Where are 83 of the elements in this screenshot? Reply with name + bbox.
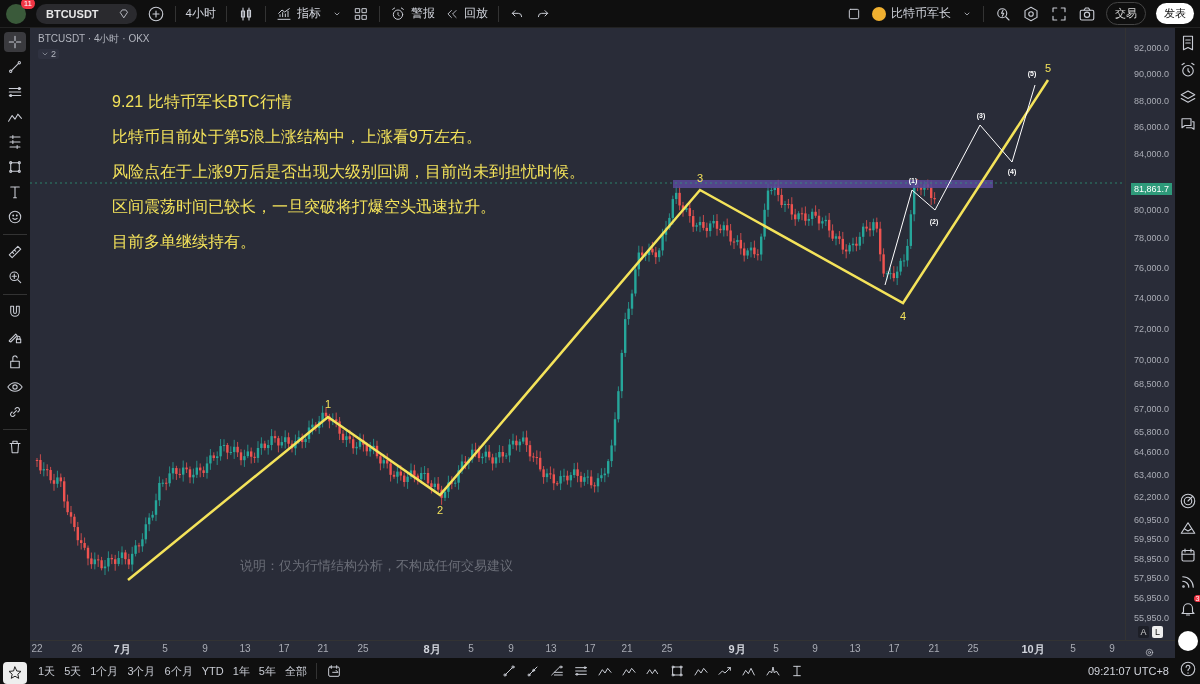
scale-button[interactable]: L <box>1152 626 1163 638</box>
range-button[interactable]: YTD <box>201 665 224 677</box>
date-label: 26 <box>71 643 83 654</box>
interval-button[interactable]: 4小时 <box>185 6 216 21</box>
price-label: 64,600.0 <box>1133 447 1169 457</box>
date-label: 9月 <box>728 642 746 657</box>
date-label: 9 <box>508 643 514 654</box>
range-button[interactable]: 1年 <box>232 663 250 679</box>
date-label: 21 <box>928 643 940 654</box>
publish-button[interactable]: 发表 <box>1156 3 1194 24</box>
notification-badge: 11 <box>20 0 35 9</box>
price-label: 57,950.0 <box>1133 573 1169 583</box>
clock-time: 09:21:07 UTC+8 <box>1087 665 1169 677</box>
scale-button[interactable]: A <box>1138 626 1149 638</box>
date-label: 5 <box>162 643 168 654</box>
date-label: 9 <box>812 643 818 654</box>
indicator-toggle[interactable]: 2 <box>38 49 59 59</box>
wave-label: 5 <box>1044 62 1052 74</box>
date-label: 5 <box>1070 643 1076 654</box>
date-label: 21 <box>317 643 329 654</box>
price-label: 60,950.0 <box>1133 515 1169 525</box>
annotation-text: 区间震荡时间已较长，一旦突破将打爆空头迅速拉升。 <box>112 197 497 217</box>
date-label: 13 <box>545 643 557 654</box>
range-button[interactable]: 1天 <box>38 663 56 679</box>
annotation-text: 9.21 比特币军长BTC行情 <box>112 92 293 112</box>
annotation-text: 目前多单继续持有。 <box>112 232 257 252</box>
price-label: 80,000.0 <box>1133 205 1169 215</box>
date-label: 25 <box>967 643 979 654</box>
wave-label: 4 <box>899 310 907 322</box>
account-button[interactable]: 比特币军长 <box>872 6 951 21</box>
last-price-label: 81,861.7 <box>1130 183 1172 195</box>
range-button[interactable]: 1个月 <box>90 663 119 679</box>
wave-label: 2 <box>436 504 444 516</box>
date-label: 7月 <box>113 642 131 657</box>
date-label: 13 <box>239 643 251 654</box>
date-label: 22 <box>31 643 43 654</box>
wave-label: 1 <box>324 398 332 410</box>
date-label: 9 <box>202 643 208 654</box>
date-label: 17 <box>278 643 290 654</box>
date-label: 5 <box>468 643 474 654</box>
annotation-text: 风险点在于上涨9万后是否出现大级别回调，目前尚未到担忧时候。 <box>112 162 585 182</box>
price-label: 55,950.0 <box>1133 613 1169 623</box>
price-label: 62,200.0 <box>1133 492 1169 502</box>
disclaimer-text: 说明：仅为行情结构分析，不构成任何交易建议 <box>240 557 513 575</box>
range-button[interactable]: 3个月 <box>127 663 156 679</box>
price-label: 90,000.0 <box>1133 69 1169 79</box>
replay-button[interactable]: 回放 <box>444 6 488 21</box>
price-label: 72,000.0 <box>1133 324 1169 334</box>
date-label: 10月 <box>1021 642 1045 657</box>
date-label: 17 <box>584 643 596 654</box>
price-label: 65,800.0 <box>1133 427 1169 437</box>
date-label: 25 <box>357 643 369 654</box>
price-label: 68,500.0 <box>1133 379 1169 389</box>
date-label: 8月 <box>423 642 441 657</box>
price-label: 74,000.0 <box>1133 293 1169 303</box>
range-button[interactable]: 5天 <box>64 663 82 679</box>
symbol-search[interactable]: BTCUSDT <box>36 3 137 24</box>
date-label: 13 <box>849 643 861 654</box>
price-label: 70,000.0 <box>1133 355 1169 365</box>
price-label: 67,000.0 <box>1133 404 1169 414</box>
date-label: 9 <box>1109 643 1115 654</box>
price-label: 58,950.0 <box>1133 554 1169 564</box>
price-label: 92,000.0 <box>1133 43 1169 53</box>
alert-button[interactable]: 警报 <box>389 5 435 22</box>
range-button[interactable]: 5年 <box>258 663 276 679</box>
range-button[interactable]: 全部 <box>284 663 307 679</box>
date-label: 21 <box>621 643 633 654</box>
price-label: 59,950.0 <box>1133 534 1169 544</box>
date-label: 17 <box>888 643 900 654</box>
price-label: 78,000.0 <box>1133 233 1169 243</box>
price-label: 86,000.0 <box>1133 122 1169 132</box>
price-label: 88,000.0 <box>1133 96 1169 106</box>
date-label: 25 <box>661 643 673 654</box>
price-label: 76,000.0 <box>1133 263 1169 273</box>
date-label: 5 <box>773 643 779 654</box>
wave-label: 3 <box>696 172 704 184</box>
indicators-button[interactable]: 指标 <box>275 5 321 22</box>
symbol-legend: BTCUSDT · 4小时 · OKX <box>38 32 150 46</box>
range-button[interactable]: 6个月 <box>164 663 193 679</box>
price-label: 84,000.0 <box>1133 149 1169 159</box>
price-label: 56,950.0 <box>1133 593 1169 603</box>
annotation-text: 比特币目前处于第5浪上涨结构中，上涨看9万左右。 <box>112 127 483 147</box>
price-label: 63,400.0 <box>1133 470 1169 480</box>
